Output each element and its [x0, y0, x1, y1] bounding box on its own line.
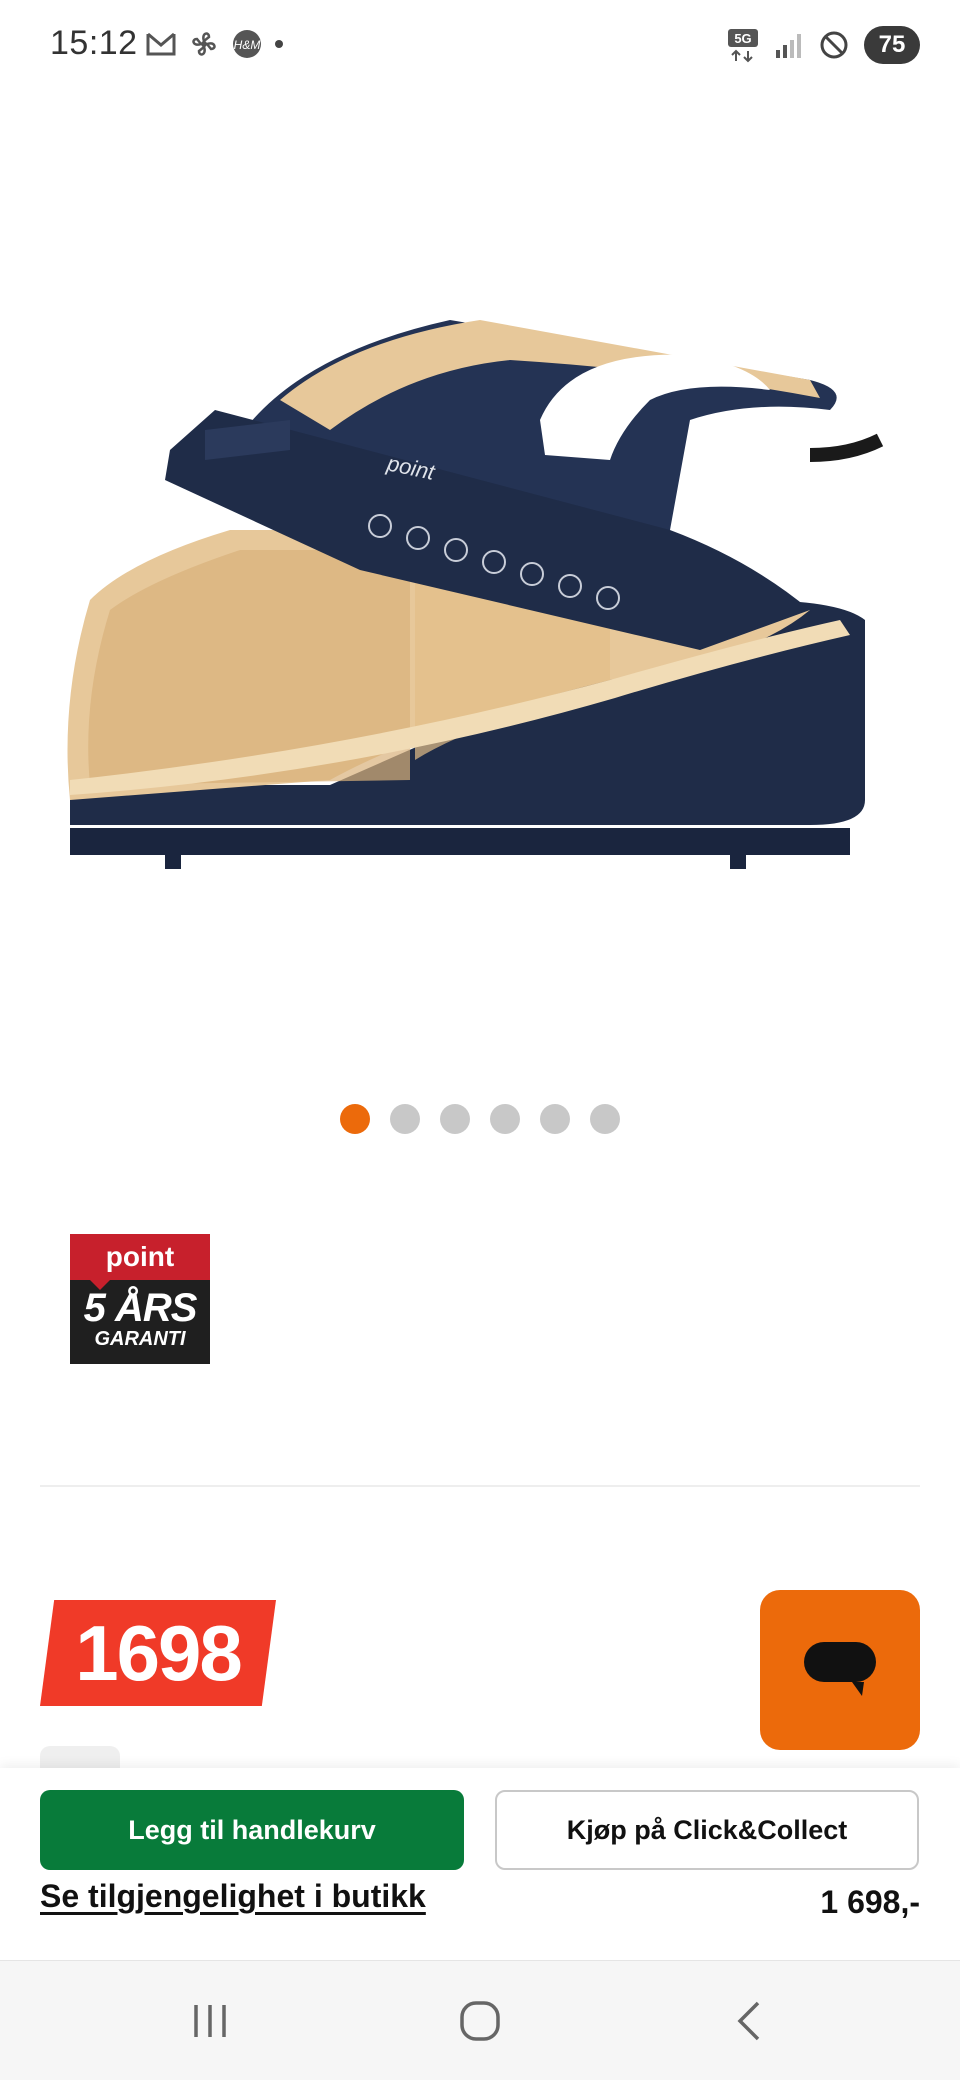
click-collect-button[interactable]: Kjøp på Click&Collect	[495, 1790, 919, 1870]
svg-text:5G: 5G	[734, 31, 751, 46]
price-tag-value: 1698	[75, 1608, 243, 1697]
divider	[40, 1485, 920, 1487]
back-icon	[737, 2001, 760, 2041]
do-not-disturb-icon	[820, 31, 848, 59]
home-icon	[460, 2001, 500, 2041]
chat-button[interactable]	[760, 1590, 920, 1750]
add-to-cart-button[interactable]: Legg til handlekurv	[40, 1790, 464, 1870]
network-5g-icon: 5G	[728, 29, 758, 63]
warranty-brand: point	[70, 1234, 210, 1290]
recents-button[interactable]	[180, 1991, 240, 2051]
purchase-action-bar: Legg til handlekurv Kjøp på Click&Collec…	[0, 1768, 960, 1960]
status-bar: 15:12 H&M 5G 75	[0, 0, 960, 92]
fan-icon	[192, 32, 216, 56]
product-image[interactable]: point	[50, 280, 910, 910]
warranty-years: 5 ÅRS	[83, 1286, 198, 1330]
svg-text:H&M: H&M	[234, 38, 261, 52]
carousel-dot[interactable]	[440, 1104, 470, 1134]
price-tag: 1698	[40, 1600, 276, 1706]
price-display: 1 698,-	[820, 1884, 920, 1920]
signal-icon	[776, 34, 801, 58]
more-notifications-icon	[275, 40, 283, 48]
status-time: 15:12	[50, 24, 138, 62]
system-icons: 5G 75	[726, 26, 920, 64]
store-availability-link[interactable]: Se tilgjengelighet i butikk	[40, 1878, 426, 1915]
back-button[interactable]	[720, 1991, 780, 2051]
partial-icon	[40, 1746, 120, 1770]
chat-bubble-icon	[804, 1642, 876, 1696]
warranty-label: GARANTI	[94, 1328, 186, 1350]
carousel-dot[interactable]	[390, 1104, 420, 1134]
carousel-dot[interactable]	[590, 1104, 620, 1134]
carousel-dot[interactable]	[490, 1104, 520, 1134]
recents-icon	[194, 2005, 226, 2037]
warranty-badge: point 5 ÅRS GARANTI	[70, 1234, 210, 1364]
gmail-icon	[146, 32, 176, 56]
battery-icon: 75	[864, 26, 920, 64]
image-carousel-dots	[340, 1104, 620, 1134]
home-button[interactable]	[450, 1991, 510, 2051]
notification-icons: H&M	[145, 28, 283, 60]
carousel-dot[interactable]	[540, 1104, 570, 1134]
system-navigation-bar	[0, 1960, 960, 2080]
hm-app-icon: H&M	[233, 30, 261, 58]
carousel-dot[interactable]	[340, 1104, 370, 1134]
